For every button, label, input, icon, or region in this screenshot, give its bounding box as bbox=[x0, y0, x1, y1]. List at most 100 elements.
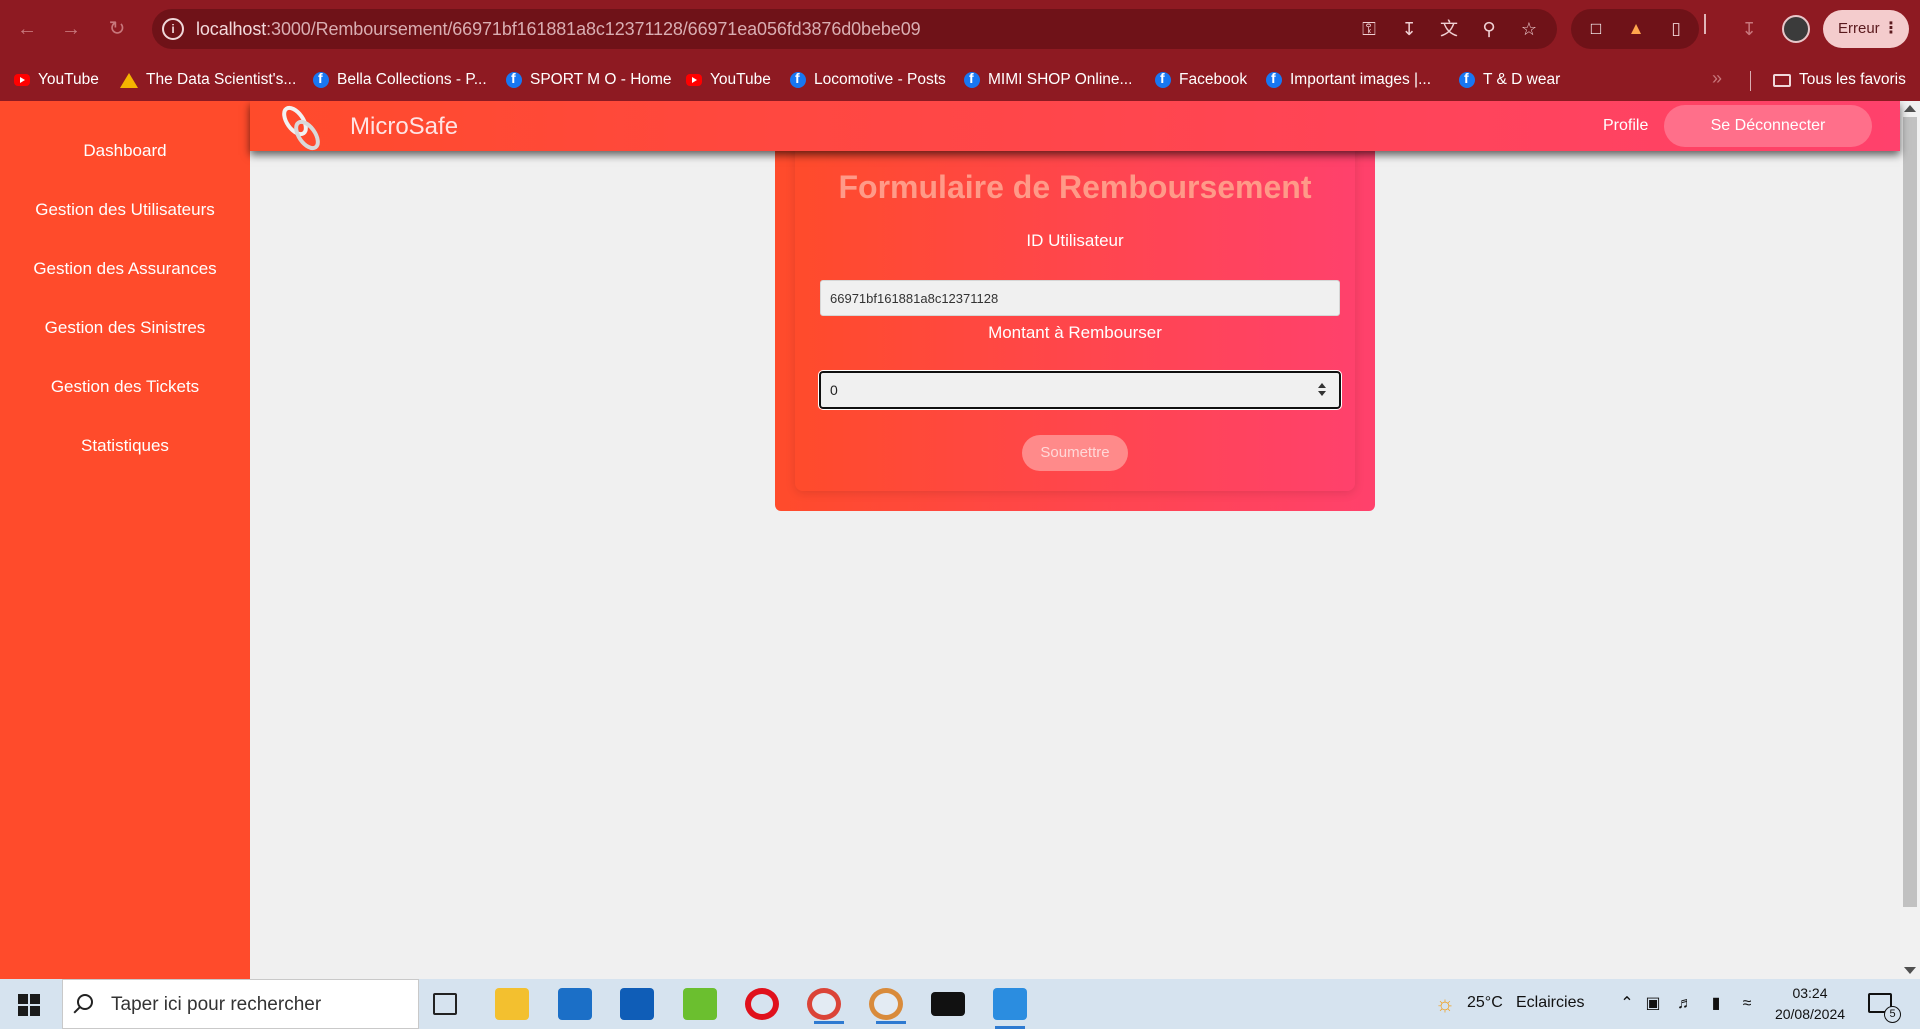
store-icon[interactable] bbox=[620, 988, 654, 1020]
bookmark-label: Important images |... bbox=[1290, 71, 1431, 88]
bookmark-item[interactable]: Locomotive - Posts bbox=[790, 68, 946, 92]
bookmark-label: YouTube bbox=[38, 71, 99, 88]
bookmark-item[interactable]: Important images |... bbox=[1266, 68, 1431, 92]
mail-icon[interactable] bbox=[558, 988, 592, 1020]
logout-button[interactable]: Se Déconnecter bbox=[1664, 105, 1872, 147]
wifi-icon[interactable]: ≈ bbox=[1737, 994, 1757, 1014]
youtube-icon bbox=[686, 74, 702, 86]
avatar[interactable] bbox=[1782, 15, 1810, 43]
facebook-icon bbox=[313, 70, 329, 88]
youtube-icon bbox=[14, 74, 30, 86]
page-title: Formulaire de Remboursement bbox=[838, 169, 1312, 205]
brand-name[interactable]: MicroSafe bbox=[350, 113, 458, 141]
facebook-icon bbox=[1155, 70, 1171, 88]
volume-icon[interactable]: ♬ bbox=[1675, 994, 1695, 1014]
weather-icon[interactable]: ☼ bbox=[1430, 993, 1460, 1015]
user-id-input[interactable] bbox=[820, 280, 1340, 316]
forward-icon[interactable]: → bbox=[56, 14, 86, 44]
user-id-label: ID Utilisateur bbox=[1026, 231, 1124, 250]
install-app-icon[interactable]: ↧ bbox=[1396, 17, 1422, 41]
bookmarks-separator bbox=[1750, 71, 1751, 91]
pocket-icon[interactable]: □ bbox=[1583, 17, 1609, 41]
sidebar-item-users[interactable]: Gestion des Utilisateurs bbox=[0, 200, 250, 220]
amount-value: 0 bbox=[830, 382, 838, 398]
taskbar-clock[interactable]: 03:24 20/08/2024 bbox=[1764, 983, 1856, 1025]
menu-dots-icon[interactable]: ⋮ bbox=[1883, 10, 1899, 48]
weather-description[interactable]: Eclaircies bbox=[1516, 994, 1584, 1012]
fire-extension-icon[interactable]: ▲ bbox=[1623, 17, 1649, 41]
weather-temperature[interactable]: 25°C bbox=[1467, 994, 1503, 1012]
downloads-icon[interactable]: ↧ bbox=[1734, 14, 1764, 44]
bookmark-item[interactable]: Bella Collections - P... bbox=[313, 68, 487, 92]
download-manager-icon[interactable] bbox=[683, 988, 717, 1020]
facebook-icon bbox=[790, 70, 806, 88]
bookmark-item[interactable]: MIMI SHOP Online... bbox=[964, 68, 1132, 92]
bookmark-item[interactable]: T & D wear bbox=[1459, 68, 1560, 92]
battery-icon[interactable]: ▮ bbox=[1706, 994, 1726, 1014]
key-icon[interactable]: ⚿ bbox=[1356, 17, 1382, 41]
bookmark-label: Facebook bbox=[1179, 71, 1248, 88]
search-placeholder: Taper ici pour rechercher bbox=[111, 994, 322, 1015]
sidebar-item-claims[interactable]: Gestion des Sinistres bbox=[0, 318, 250, 338]
sidebar-item-statistics[interactable]: Statistiques bbox=[0, 436, 250, 456]
profile-link[interactable]: Profile bbox=[1603, 117, 1648, 135]
toolbar-separator bbox=[1704, 14, 1708, 34]
task-view-icon[interactable] bbox=[433, 993, 457, 1015]
all-bookmarks-label: Tous les favoris bbox=[1799, 71, 1906, 88]
scroll-up-icon[interactable] bbox=[1904, 105, 1916, 112]
clock-time: 03:24 bbox=[1792, 985, 1828, 1001]
scrollbar-thumb[interactable] bbox=[1903, 117, 1917, 907]
address-bar[interactable]: i localhost:3000/Remboursement/66971bf16… bbox=[152, 9, 1557, 49]
chain-logo-icon bbox=[282, 105, 320, 151]
chrome-icon[interactable] bbox=[807, 988, 844, 1024]
profile-error-chip[interactable]: Erreur ⋮ bbox=[1823, 10, 1909, 48]
extensions-icon[interactable]: ▯ bbox=[1663, 17, 1689, 41]
sidebar-item-dashboard[interactable]: Dashboard bbox=[0, 141, 250, 161]
submit-button[interactable]: Soumettre bbox=[1022, 435, 1128, 471]
bookmarks-bar: YouTube The Data Scientist's... Bella Co… bbox=[0, 59, 1920, 101]
sidebar-item-insurances[interactable]: Gestion des Assurances bbox=[0, 259, 250, 279]
back-icon[interactable]: ← bbox=[12, 14, 42, 44]
terminal-icon[interactable] bbox=[931, 992, 965, 1016]
windows-start-icon[interactable] bbox=[18, 994, 40, 1016]
translate-icon[interactable]: 文 bbox=[1436, 17, 1462, 41]
security-icon[interactable]: ▣ bbox=[1643, 994, 1663, 1014]
search-icon bbox=[77, 994, 93, 1010]
browser-toolbar: ← → ↻ i localhost:3000/Remboursement/669… bbox=[0, 0, 1920, 59]
vscode-icon[interactable] bbox=[993, 988, 1027, 1029]
bookmarks-overflow-icon[interactable]: » bbox=[1712, 68, 1722, 89]
bookmark-label: YouTube bbox=[710, 71, 771, 88]
url-host: localhost bbox=[196, 19, 267, 39]
amount-label: Montant à Rembourser bbox=[988, 323, 1162, 342]
amount-input[interactable]: 0 bbox=[818, 370, 1342, 410]
reload-icon[interactable]: ↻ bbox=[102, 14, 132, 44]
app-header: MicroSafe Profile Se Déconnecter bbox=[250, 101, 1900, 151]
spinner-arrows-icon[interactable] bbox=[1317, 382, 1327, 398]
bookmark-item[interactable]: YouTube bbox=[14, 68, 99, 92]
scroll-down-icon[interactable] bbox=[1904, 967, 1916, 974]
bookmark-item[interactable]: SPORT M O - Home bbox=[506, 68, 672, 92]
bookmark-star-icon[interactable]: ☆ bbox=[1516, 17, 1542, 41]
taskbar-search-input[interactable]: Taper ici pour rechercher bbox=[62, 979, 419, 1029]
sidebar: Dashboard Gestion des Utilisateurs Gesti… bbox=[0, 101, 250, 979]
facebook-icon bbox=[1266, 70, 1282, 88]
zoom-icon[interactable]: ⚲ bbox=[1476, 17, 1502, 41]
chrome-profile-icon[interactable] bbox=[869, 988, 906, 1024]
clock-date: 20/08/2024 bbox=[1774, 1006, 1846, 1022]
reimbursement-form-card: Formulaire de Remboursement ID Utilisate… bbox=[775, 135, 1375, 511]
bookmark-item[interactable]: Facebook bbox=[1155, 68, 1247, 92]
bookmark-label: Locomotive - Posts bbox=[814, 71, 946, 88]
facebook-icon bbox=[1459, 70, 1475, 88]
file-explorer-icon[interactable] bbox=[495, 988, 529, 1020]
bookmark-item[interactable]: The Data Scientist's... bbox=[120, 68, 296, 92]
opera-icon[interactable] bbox=[745, 988, 779, 1020]
app-viewport: Dashboard Gestion des Utilisateurs Gesti… bbox=[0, 101, 1920, 979]
all-bookmarks-folder[interactable]: Tous les favoris bbox=[1773, 68, 1906, 92]
bookmark-item[interactable]: YouTube bbox=[686, 68, 771, 92]
facebook-icon bbox=[506, 70, 522, 88]
address-url[interactable]: localhost:3000/Remboursement/66971bf1618… bbox=[196, 19, 921, 40]
sidebar-item-tickets[interactable]: Gestion des Tickets bbox=[0, 377, 250, 397]
site-info-icon[interactable]: i bbox=[162, 18, 184, 40]
chevron-up-icon[interactable]: ⌃ bbox=[1617, 994, 1637, 1014]
bookmark-label: Bella Collections - P... bbox=[337, 71, 487, 88]
